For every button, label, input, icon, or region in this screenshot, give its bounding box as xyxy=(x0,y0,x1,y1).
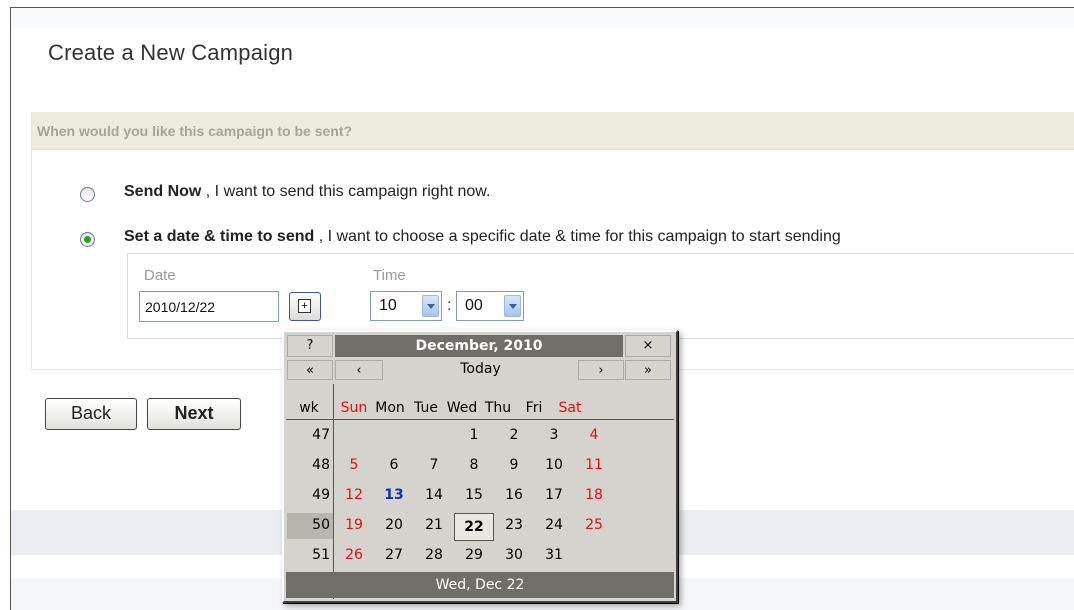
send-now-description: , I want to send this campaign right now… xyxy=(201,183,491,200)
calendar-day[interactable]: 21 xyxy=(414,517,454,533)
calendar-day[interactable]: 25 xyxy=(574,517,614,533)
calendar-day[interactable]: 29 xyxy=(454,547,494,563)
calendar-day[interactable]: 3 xyxy=(534,427,574,443)
calendar-month-title: December, 2010 xyxy=(335,335,623,357)
calendar-button[interactable]: + xyxy=(289,292,321,321)
calendar-day[interactable]: 19 xyxy=(334,517,374,533)
chevron-down-icon xyxy=(504,295,521,317)
next-month-button[interactable]: › xyxy=(578,360,624,380)
day-name-sun: Sun xyxy=(340,400,368,416)
date-label: Date xyxy=(144,267,176,284)
schedule-send-radio[interactable] xyxy=(80,232,95,247)
calendar-day[interactable]: 20 xyxy=(374,517,414,533)
prev-year-button[interactable]: « xyxy=(287,360,333,380)
week-number: 48 xyxy=(312,457,330,473)
calendar-day[interactable]: 9 xyxy=(494,457,534,473)
date-field[interactable]: 2010/12/22 xyxy=(139,291,279,322)
radio-selected-dot xyxy=(84,236,91,243)
calendar-day[interactable]: 16 xyxy=(494,487,534,503)
top-strip xyxy=(11,8,1074,28)
week-number: 49 xyxy=(312,487,330,503)
calendar-day[interactable]: 4 xyxy=(574,427,614,443)
schedule-question: When would you like this campaign to be … xyxy=(37,123,353,139)
schedule-send-description: , I want to choose a specific date & tim… xyxy=(314,228,841,245)
day-name-fri: Fri xyxy=(525,400,543,416)
send-now-radio[interactable] xyxy=(80,187,95,202)
back-button[interactable]: Back xyxy=(45,398,137,430)
week-number: 47 xyxy=(312,427,330,443)
day-name-tue: Tue xyxy=(414,400,438,416)
calendar-header-divider xyxy=(286,419,674,420)
calendar-day[interactable]: 14 xyxy=(414,487,454,503)
calendar-day[interactable]: 7 xyxy=(414,457,454,473)
calendar-day[interactable]: 2 xyxy=(494,427,534,443)
calendar-popup: ? December, 2010 × « ‹ Today › » wk Sun … xyxy=(282,330,678,603)
calendar-day[interactable]: 8 xyxy=(454,457,494,473)
calendar-day[interactable]: 10 xyxy=(534,457,574,473)
next-year-button[interactable]: » xyxy=(625,360,671,380)
day-name-sat: Sat xyxy=(558,400,582,416)
day-name-thu: Thu xyxy=(484,400,512,416)
calendar-day[interactable]: 5 xyxy=(334,457,374,473)
week-number: 50 xyxy=(312,517,330,533)
hour-value: 10 xyxy=(379,297,397,314)
calendar-day[interactable]: 28 xyxy=(414,547,454,563)
calendar-day[interactable]: 24 xyxy=(534,517,574,533)
schedule-send-label: Set a date & time to send xyxy=(124,228,315,245)
calendar-day[interactable]: 31 xyxy=(534,547,574,563)
calendar-day[interactable]: 11 xyxy=(574,457,614,473)
send-now-option: Send Now , I want to send this campaign … xyxy=(124,183,490,201)
calendar-day[interactable]: 12 xyxy=(334,487,374,503)
calendar-status-bar: Wed, Dec 22 xyxy=(286,572,674,598)
calendar-day[interactable]: 15 xyxy=(454,487,494,503)
today-button[interactable]: Today xyxy=(384,359,577,381)
calendar-day[interactable]: 26 xyxy=(334,547,374,563)
schedule-section-header: When would you like this campaign to be … xyxy=(31,112,1074,150)
time-separator: : xyxy=(447,297,452,314)
week-number: 51 xyxy=(312,547,330,563)
schedule-send-option: Set a date & time to send , I want to ch… xyxy=(124,228,841,246)
calendar-icon: + xyxy=(298,299,311,313)
chevron-down-icon xyxy=(422,295,439,317)
calendar-day[interactable]: 30 xyxy=(494,547,534,563)
day-name-wed: Wed xyxy=(446,400,478,416)
send-now-label: Send Now xyxy=(124,183,202,200)
minute-select[interactable]: 00 xyxy=(456,291,524,321)
calendar-day[interactable]: 18 xyxy=(574,487,614,503)
calendar-day[interactable]: 17 xyxy=(534,487,574,503)
page-title: Create a New Campaign xyxy=(48,40,294,65)
next-button[interactable]: Next xyxy=(147,398,241,430)
calendar-day[interactable]: 1 xyxy=(454,427,494,443)
calendar-day[interactable]: 6 xyxy=(374,457,414,473)
calendar-day[interactable]: 13 xyxy=(374,487,414,503)
calendar-help-button[interactable]: ? xyxy=(287,335,333,357)
time-label: Time xyxy=(373,267,406,284)
calendar-day[interactable]: 27 xyxy=(374,547,414,563)
prev-month-button[interactable]: ‹ xyxy=(335,360,383,380)
day-name-mon: Mon xyxy=(375,400,405,416)
calendar-day[interactable]: 23 xyxy=(494,517,534,533)
minute-value: 00 xyxy=(465,297,483,314)
week-number-header: wk xyxy=(299,400,319,416)
calendar-close-button[interactable]: × xyxy=(625,335,671,357)
calendar-day-selected[interactable]: 22 xyxy=(454,513,494,541)
hour-select[interactable]: 10 xyxy=(370,291,442,321)
